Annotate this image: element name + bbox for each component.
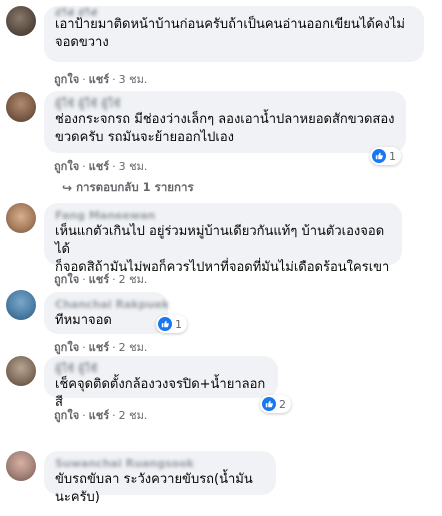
replies-label: การตอบกลับ 1 รายการ: [76, 180, 194, 194]
reaction-number: 1: [175, 317, 182, 331]
comment-actions: ถูกใจ · แชร์ · 3 ชม.: [54, 160, 148, 173]
comment-bubble: ผู้ใช้ ผู้ใช้ ผู้ใช้ ช่องกระจกรถ มีช่องว…: [44, 91, 406, 153]
like-button[interactable]: ถูกใจ: [54, 160, 79, 173]
like-button[interactable]: ถูกใจ: [54, 409, 79, 422]
share-button[interactable]: แชร์: [89, 273, 109, 286]
reply-arrow-icon: ↪: [62, 181, 73, 195]
share-button[interactable]: แชร์: [89, 341, 109, 354]
reaction-count[interactable]: 1: [370, 147, 401, 165]
comment-time[interactable]: 2 ชม.: [119, 409, 148, 422]
comment-bubble: Chanchai Rakpuek ทีหมาจอด: [44, 292, 169, 334]
comment-actions: ถูกใจ · แชร์ · 2 ชม.: [54, 341, 148, 354]
like-button[interactable]: ถูกใจ: [54, 73, 79, 86]
comment-author[interactable]: ผู้ใช้ ผู้ใช้ ผู้ใช้: [55, 97, 396, 111]
avatar[interactable]: [6, 356, 36, 386]
share-button[interactable]: แชร์: [89, 73, 109, 86]
avatar[interactable]: [6, 290, 36, 320]
avatar[interactable]: [6, 92, 36, 122]
like-button[interactable]: ถูกใจ: [54, 273, 79, 286]
comment-actions: ถูกใจ · แชร์ · 3 ชม.: [54, 73, 148, 86]
avatar[interactable]: [6, 6, 36, 36]
reaction-number: 1: [389, 149, 396, 163]
comment-author[interactable]: ผู้ใช้ ผู้ใช้: [55, 362, 268, 376]
comment-bubble: ผู้ใช้ ผู้ใช้ เช็คจุดติดตั้งกล้องวงจรปิด…: [44, 356, 278, 410]
avatar[interactable]: [6, 203, 36, 233]
comment-author[interactable]: ผู้ใช้ ผู้ใช้: [55, 8, 414, 16]
comment-bubble: Fang Maneewan เห็นแกตัวเกินไป อยู่ร่วมหม…: [44, 203, 402, 275]
share-button[interactable]: แชร์: [89, 160, 109, 173]
thumbs-up-icon: [158, 317, 172, 331]
comment-time[interactable]: 3 ชม.: [119, 160, 148, 173]
view-replies-link[interactable]: ↪ การตอบกลับ 1 รายการ: [62, 179, 194, 197]
comment-bubble: ผู้ใช้ ผู้ใช้ เอาป้ายมาติดหน้าบ้านก่อนคร…: [44, 6, 424, 62]
comment-time[interactable]: 3 ชม.: [119, 73, 148, 86]
comment-author[interactable]: Suwanchai Ruangsook: [55, 457, 266, 471]
comment-text: เห็นแกตัวเกินไป อยู่ร่วมหมู่บ้านเดียวกัน…: [55, 224, 390, 275]
like-button[interactable]: ถูกใจ: [54, 341, 79, 354]
comment-time[interactable]: 2 ชม.: [119, 273, 148, 286]
comment-time[interactable]: 2 ชม.: [119, 341, 148, 354]
share-button[interactable]: แชร์: [89, 409, 109, 422]
reaction-count[interactable]: 1: [156, 315, 187, 333]
reaction-count[interactable]: 2: [260, 395, 291, 413]
avatar[interactable]: [6, 451, 36, 481]
comment-text: ช่องกระจกรถ มีช่องว่างเล็กๆ ลองเอาน้ำปลา…: [55, 112, 395, 145]
comment-text: ขับรถขับลา ระวังควายขับรถ(น้ำมันนะครับ): [55, 472, 253, 505]
comment-actions: ถูกใจ · แชร์ · 2 ชม.: [54, 409, 148, 422]
thumbs-up-icon: [262, 397, 276, 411]
comment-text: เอาป้ายมาติดหน้าบ้านก่อนครับถ้าเป็นคนอ่า…: [55, 17, 405, 50]
thumbs-up-icon: [372, 149, 386, 163]
comment-author[interactable]: Fang Maneewan: [55, 209, 392, 223]
comment-actions: ถูกใจ · แชร์ · 2 ชม.: [54, 273, 148, 286]
comment-bubble: Suwanchai Ruangsook ขับรถขับลา ระวังควาย…: [44, 451, 276, 505]
comment-author[interactable]: Chanchai Rakpuek: [55, 298, 169, 312]
comment-text: ทีหมาจอด: [55, 313, 112, 328]
reaction-number: 2: [279, 397, 286, 411]
